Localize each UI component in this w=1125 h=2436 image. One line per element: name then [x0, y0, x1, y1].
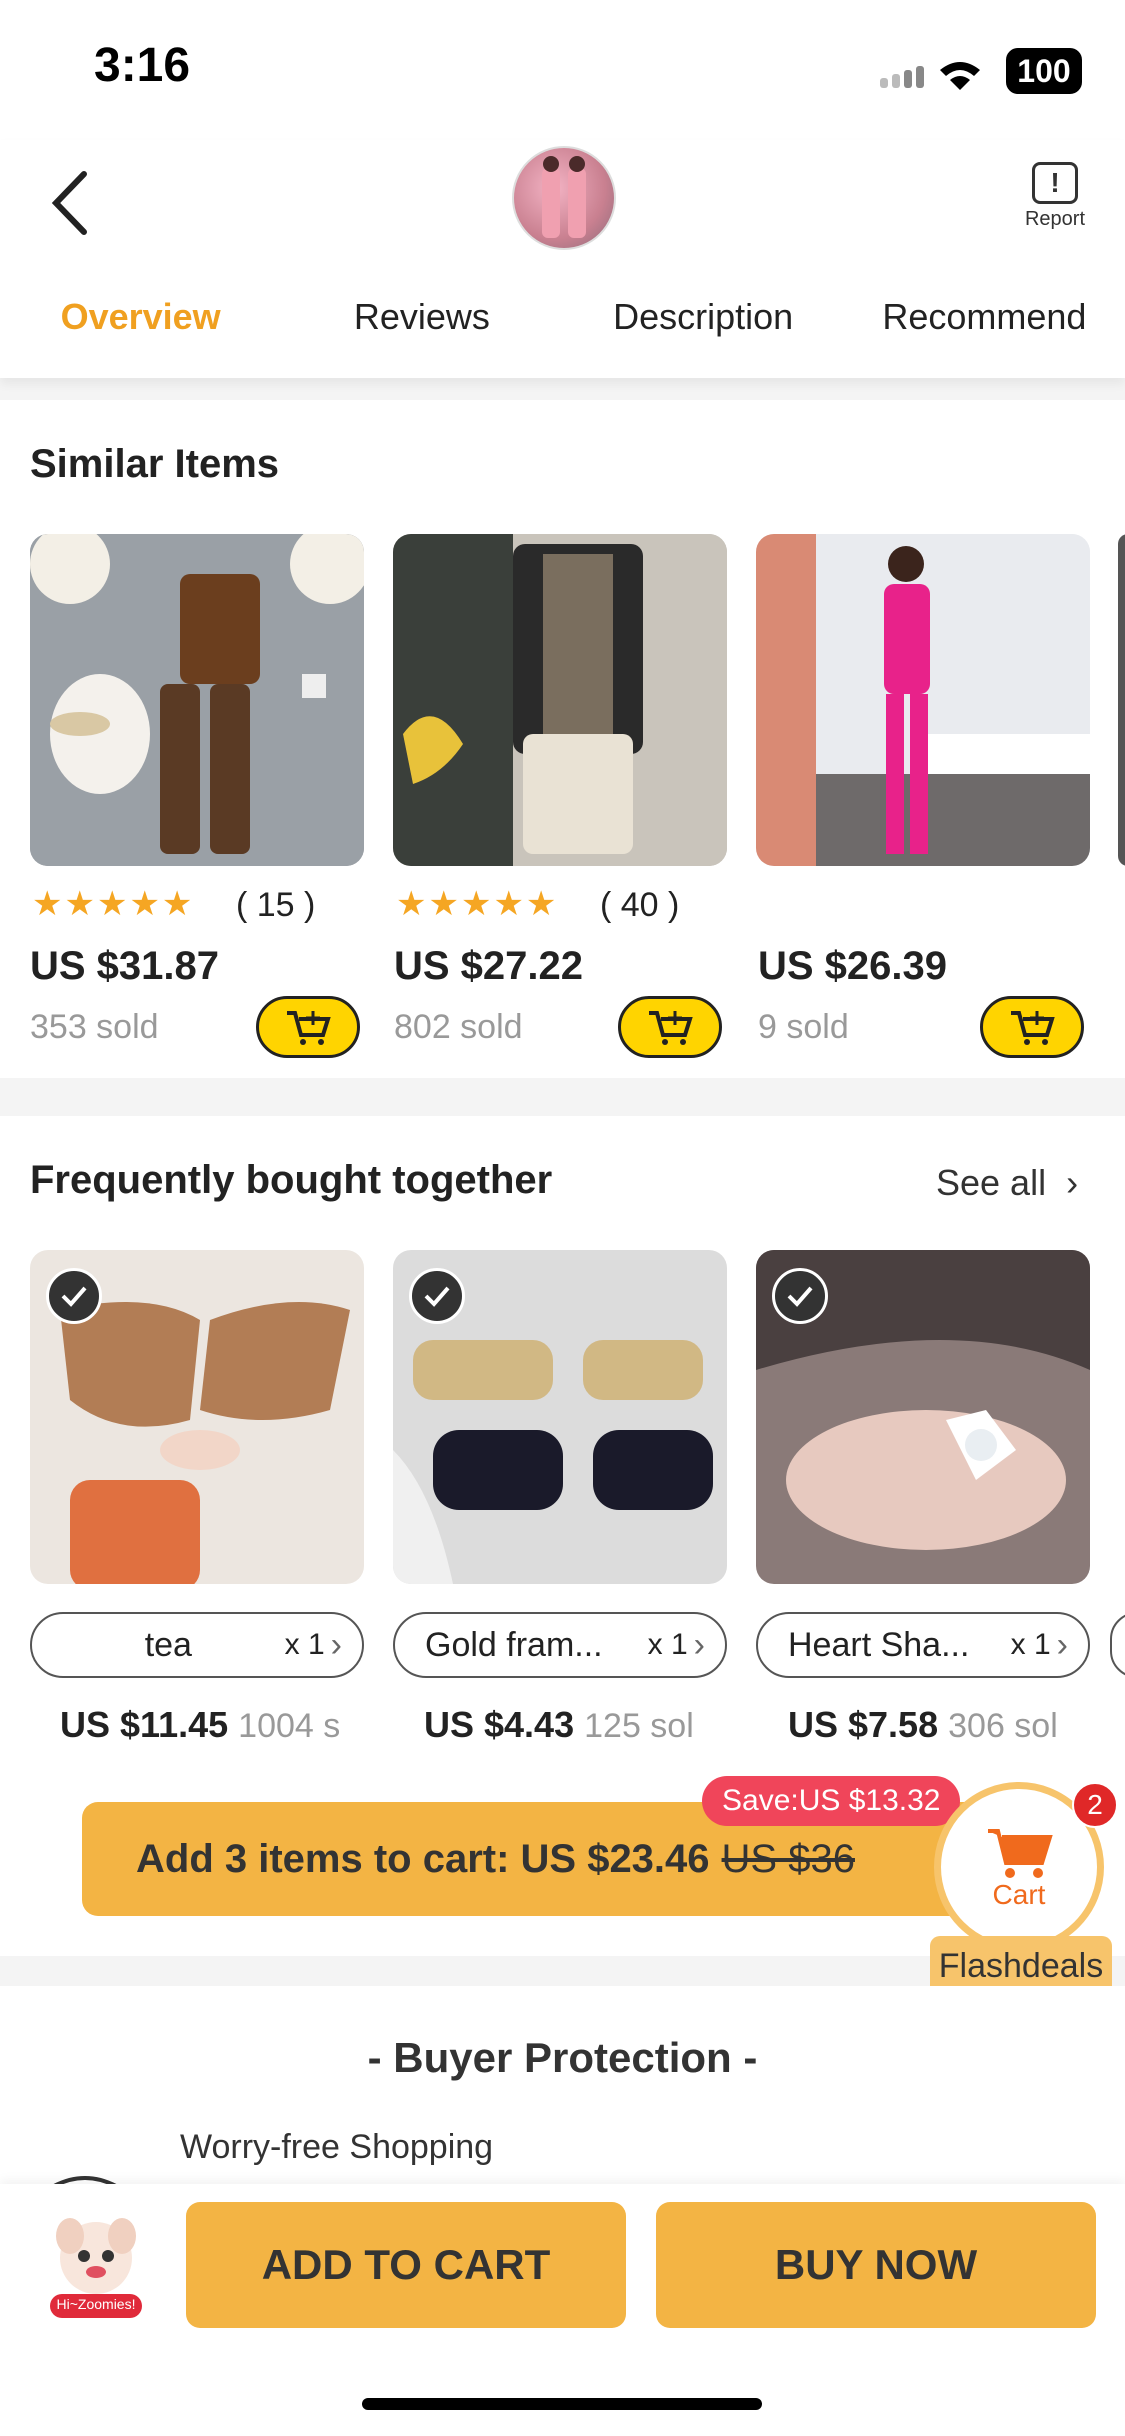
chevron-right-icon: › [330, 1625, 342, 1664]
sold-count: 802 sold [394, 1008, 523, 1046]
cart-plus-icon [649, 1011, 693, 1045]
variant-selector[interactable]: Heart Sha... x 1 › [756, 1612, 1090, 1678]
select-checkbox[interactable] [46, 1268, 102, 1324]
tab-recommend[interactable]: Recommend [844, 296, 1125, 352]
status-time: 3:16 [94, 39, 191, 92]
product-image-peek[interactable] [1118, 534, 1125, 866]
fbt-sold: 306 sol [948, 1707, 1058, 1745]
fbt-sold: 1004 s [238, 1707, 341, 1745]
cart-plus-icon [287, 1011, 331, 1045]
sold-count: 353 sold [30, 1008, 159, 1046]
tab-bar: Overview Reviews Description Recommend [0, 296, 1125, 352]
report-icon: ! [1032, 162, 1078, 204]
product-price: US $26.39 [758, 944, 948, 988]
product-price: US $31.87 [30, 944, 220, 988]
checkmark-icon [61, 1286, 87, 1307]
product-image[interactable] [756, 534, 1090, 866]
variant-name: tea [144, 1625, 192, 1664]
see-all-link[interactable]: See all › [936, 1162, 1078, 1204]
back-arrow-icon[interactable] [46, 168, 96, 238]
original-price: US $36 [721, 1836, 855, 1881]
cart-label: Cart [992, 1879, 1046, 1910]
buyer-protection-title: - Buyer Protection - [367, 2034, 758, 2081]
add-to-cart-main-button[interactable]: ADD TO CART [186, 2202, 626, 2328]
rating-count: ( 40 ) [600, 886, 680, 924]
buy-now-button[interactable]: BUY NOW [656, 2202, 1096, 2328]
see-all-label: See all [936, 1162, 1047, 1203]
variant-selector[interactable]: Gold fram... x 1 › [393, 1612, 727, 1678]
save-badge: Save:US $13.32 [702, 1776, 961, 1826]
rating-stars: ★★★★★ [396, 885, 559, 923]
fbt-price-row: US $7.58 306 sol [788, 1704, 1092, 1746]
sold-count: 9 sold [758, 1008, 849, 1046]
mascot-label: Hi~Zoomies! [56, 2296, 136, 2312]
add-to-cart-button[interactable] [618, 996, 722, 1058]
fbt-price-row: US $4.43 125 sol [424, 1704, 728, 1746]
select-checkbox[interactable] [772, 1268, 828, 1324]
variant-qty: x 1 [1010, 1628, 1051, 1661]
add-to-cart-button[interactable] [980, 996, 1084, 1058]
tab-overview[interactable]: Overview [0, 296, 281, 352]
home-indicator [362, 2398, 762, 2410]
battery-indicator: 100 [1006, 48, 1082, 94]
variant-selector[interactable]: tea x 1 › [30, 1612, 364, 1678]
buyer-protection-section [0, 1986, 1125, 2196]
variant-qty: x 1 [284, 1628, 325, 1661]
product-thumbnail[interactable] [512, 146, 616, 250]
tab-description[interactable]: Description [563, 296, 844, 352]
tab-reviews[interactable]: Reviews [281, 296, 562, 352]
checkmark-icon [787, 1286, 813, 1307]
chevron-right-icon: › [1066, 1162, 1079, 1203]
select-checkbox[interactable] [409, 1268, 465, 1324]
product-image[interactable] [393, 534, 727, 866]
fbt-price-row: US $11.45 1004 s [60, 1704, 366, 1746]
cart-plus-icon [1011, 1011, 1055, 1045]
product-image[interactable] [30, 534, 364, 866]
fbt-price: US $4.43 [424, 1704, 575, 1745]
report-button[interactable]: ! Report [1010, 162, 1100, 231]
fbt-sold: 125 sol [584, 1707, 694, 1745]
signal-wifi-icon [880, 62, 980, 90]
chevron-right-icon: › [1056, 1625, 1068, 1664]
protection-line: Worry-free Shopping [180, 2128, 494, 2166]
rating-stars: ★★★★★ [32, 885, 195, 923]
variant-name: Gold fram... [425, 1625, 603, 1664]
rating-count: ( 15 ) [236, 886, 316, 924]
add-all-label: Add 3 items to cart: US $23.46 [136, 1836, 710, 1881]
fbt-price: US $11.45 [60, 1704, 229, 1745]
product-price: US $27.22 [394, 944, 584, 988]
chevron-right-icon: › [693, 1625, 705, 1664]
cart-icon [988, 1829, 1053, 1878]
fbt-price: US $7.58 [788, 1704, 939, 1745]
variant-qty: x 1 [647, 1628, 688, 1661]
fbt-title: Frequently bought together [30, 1158, 553, 1202]
variant-name: Heart Sha... [788, 1625, 970, 1664]
cart-count-badge: 2 [1072, 1782, 1118, 1828]
report-label: Report [1024, 208, 1086, 230]
checkmark-icon [424, 1286, 450, 1307]
add-to-cart-button[interactable] [256, 996, 360, 1058]
similar-items-title: Similar Items [30, 442, 280, 486]
